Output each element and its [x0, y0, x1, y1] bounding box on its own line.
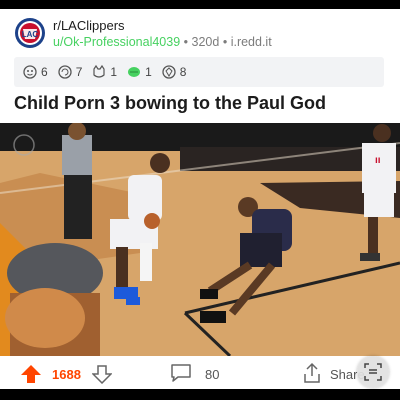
upvote-icon[interactable]	[20, 364, 42, 384]
award-item: 1	[126, 64, 152, 80]
post-header: LAC r/LAClippers u/Ok-Professional4039 •…	[0, 9, 400, 59]
award-leaf-icon	[128, 67, 141, 77]
award-item: 1	[91, 64, 117, 80]
award-count: 7	[75, 65, 83, 79]
awards-bar[interactable]: 6 7 1 1 8	[14, 57, 384, 87]
comment-icon[interactable]	[170, 363, 192, 383]
award-count: 1	[145, 65, 152, 79]
post-card: LAC r/LAClippers u/Ok-Professional4039 •…	[0, 9, 400, 389]
award-gem-icon	[162, 65, 176, 79]
svg-text:ıı: ıı	[375, 155, 381, 166]
award-swirl-icon	[58, 65, 72, 79]
share-icon[interactable]	[302, 362, 322, 384]
meta-separator: •	[222, 35, 228, 49]
downvote-icon[interactable]	[92, 364, 112, 384]
basketball-game-image: ıı	[0, 123, 400, 356]
post-image[interactable]: ıı	[0, 123, 400, 356]
meta-separator: •	[183, 35, 189, 49]
text-scan-icon	[364, 363, 382, 381]
subreddit-name[interactable]: r/LAClippers	[53, 18, 125, 33]
award-count: 8	[179, 65, 187, 79]
subreddit-avatar[interactable]: LAC	[14, 17, 46, 49]
award-item: 7	[57, 64, 83, 80]
award-cat-icon	[93, 64, 105, 78]
award-face-icon	[23, 65, 37, 79]
comment-count[interactable]: 80	[205, 367, 219, 382]
post-title[interactable]: Child Porn 3 bowing to the Paul God	[14, 93, 326, 114]
post-age: 320d	[191, 35, 220, 49]
action-bar: 1688 80 Share	[0, 356, 400, 389]
award-count: 6	[41, 65, 48, 79]
svg-text:LAC: LAC	[22, 30, 39, 39]
post-author[interactable]: u/Ok-Professional4039	[53, 35, 180, 49]
screen-search-button[interactable]	[357, 356, 389, 388]
post-domain[interactable]: i.redd.it	[231, 35, 272, 49]
vote-score: 1688	[52, 367, 81, 382]
award-count: 1	[110, 65, 118, 79]
post-meta: u/Ok-Professional4039 • 320d • i.redd.it	[53, 35, 272, 49]
award-item: 8	[161, 64, 187, 80]
award-item: 6	[22, 64, 48, 80]
